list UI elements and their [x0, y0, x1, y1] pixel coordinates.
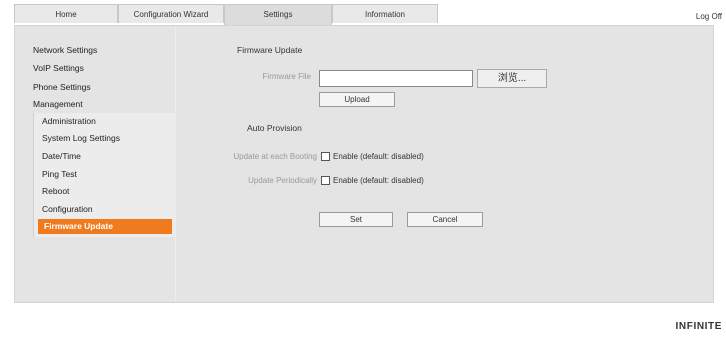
- sidebar-item-configuration[interactable]: Configuration: [42, 204, 93, 214]
- tab-configuration-wizard[interactable]: Configuration Wizard: [118, 4, 224, 23]
- sidebar-item-administration[interactable]: Administration: [42, 116, 96, 126]
- tab-home[interactable]: Home: [14, 4, 118, 23]
- browse-button[interactable]: 浏览...: [477, 69, 547, 88]
- update-booting-checkbox[interactable]: [321, 152, 330, 162]
- sidebar-item-ping-test[interactable]: Ping Test: [42, 169, 77, 179]
- update-periodically-option[interactable]: Enable (default: disabled): [321, 176, 424, 188]
- management-submenu: Administration System Log Settings Date/…: [33, 113, 176, 237]
- sidebar-item-phone-settings[interactable]: Phone Settings: [33, 82, 91, 92]
- firmware-update-heading: Firmware Update: [237, 45, 303, 55]
- update-periodically-checkbox[interactable]: [321, 176, 330, 186]
- auto-provision-heading: Auto Provision: [247, 123, 302, 133]
- upload-button[interactable]: Upload: [319, 92, 395, 107]
- sidebar-item-network-settings[interactable]: Network Settings: [33, 45, 97, 55]
- set-button[interactable]: Set: [319, 212, 393, 227]
- update-booting-option[interactable]: Enable (default: disabled): [321, 152, 424, 164]
- update-periodically-option-label: Enable (default: disabled): [333, 176, 424, 185]
- content-area: Firmware Update Firmware File 浏览... Uplo…: [175, 26, 713, 302]
- logoff-link[interactable]: Log Off: [696, 12, 722, 21]
- cancel-button[interactable]: Cancel: [407, 212, 483, 227]
- update-booting-label: Update at each Booting: [233, 152, 317, 161]
- update-periodically-label: Update Periodically: [248, 176, 317, 185]
- firmware-file-input[interactable]: [319, 70, 473, 87]
- sidebar-item-reboot[interactable]: Reboot: [42, 186, 69, 196]
- sidebar-item-system-log-settings[interactable]: System Log Settings: [42, 133, 120, 143]
- sidebar-item-management[interactable]: Management: [33, 99, 83, 109]
- main-panel: Network Settings VoIP Settings Phone Set…: [14, 25, 714, 303]
- update-booting-option-label: Enable (default: disabled): [333, 152, 424, 161]
- sidebar-item-voip-settings[interactable]: VoIP Settings: [33, 63, 84, 73]
- brand-logo: INFINITE: [675, 321, 722, 332]
- sidebar-item-date-time[interactable]: Date/Time: [42, 151, 81, 161]
- tab-settings[interactable]: Settings: [224, 4, 332, 25]
- firmware-file-label: Firmware File: [262, 72, 311, 81]
- sidebar-item-firmware-update[interactable]: Firmware Update: [38, 219, 172, 234]
- sidebar: Network Settings VoIP Settings Phone Set…: [15, 26, 176, 302]
- tab-information[interactable]: Information: [332, 4, 438, 23]
